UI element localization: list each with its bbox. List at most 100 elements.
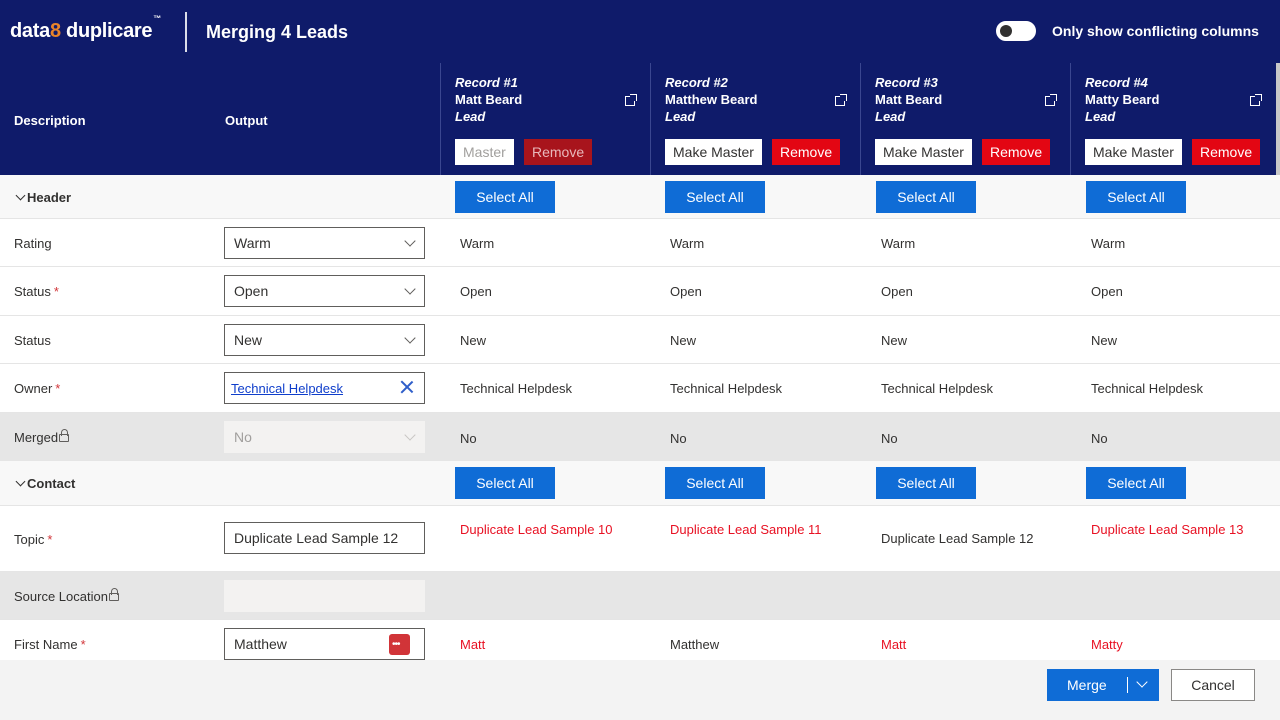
record-value[interactable]: Duplicate Lead Sample 13 [1091, 521, 1261, 539]
record-value[interactable]: Matthew [670, 636, 840, 654]
field-label: Status * [14, 284, 59, 299]
remove-button[interactable]: Remove [772, 139, 841, 165]
record-value: No [460, 431, 477, 446]
open-external-icon[interactable] [1045, 94, 1057, 106]
toggle-knob [1000, 25, 1012, 37]
record-value[interactable]: Matt [881, 636, 1051, 654]
record-value[interactable]: Matt [460, 636, 630, 654]
chevron-down-icon[interactable] [1136, 676, 1148, 688]
make-master-button[interactable]: Make Master [1085, 139, 1182, 165]
record-title: Record #4 [1085, 75, 1148, 90]
field-row-status: Status New New New New New [0, 316, 1280, 364]
merged-output-select: No [224, 421, 425, 453]
select-all-button[interactable]: Select All [455, 467, 555, 499]
record-value[interactable]: Open [670, 283, 840, 301]
chevron-down-icon [404, 235, 416, 247]
record-value[interactable]: Duplicate Lead Sample 12 [881, 530, 1051, 548]
record-value[interactable]: Warm [670, 235, 840, 253]
select-all-button[interactable]: Select All [1086, 467, 1186, 499]
status-reason-output-select[interactable]: Open [224, 275, 425, 307]
owner-output-lookup[interactable]: Technical Helpdesk [224, 372, 425, 404]
record-value: No [881, 431, 898, 446]
record-value[interactable]: Warm [1091, 235, 1261, 253]
select-all-button[interactable]: Select All [665, 467, 765, 499]
open-external-icon[interactable] [835, 94, 847, 106]
chevron-down-icon [404, 283, 416, 295]
field-row-owner: Owner * Technical Helpdesk Technical Help… [0, 364, 1280, 413]
select-all-button[interactable]: Select All [876, 467, 976, 499]
record-4-header: Record #4 Matty Beard Lead Make Master R… [1070, 63, 1276, 175]
section-header: Header Select All Select All Select All … [0, 175, 1280, 219]
record-value[interactable]: Open [1091, 283, 1261, 301]
record-value: No [670, 431, 687, 446]
required-marker: * [53, 284, 59, 299]
status-output-select[interactable]: New [224, 324, 425, 356]
record-name: Matty Beard [1085, 92, 1160, 107]
divider [185, 12, 187, 52]
field-row-status-reason: Status * Open Open Open Open Open [0, 267, 1280, 316]
field-label: Source Location [14, 588, 119, 604]
column-header-left: Description Output [0, 63, 440, 175]
record-value[interactable]: Warm [460, 235, 630, 253]
record-1-header: Record #1 Matt Beard Lead Master Remove [440, 63, 651, 175]
field-row-rating: Rating Warm Warm Warm Warm Warm [0, 219, 1280, 267]
record-value[interactable]: Open [881, 283, 1051, 301]
select-all-button[interactable]: Select All [876, 181, 976, 213]
section-toggle[interactable]: Header [14, 190, 71, 205]
lock-icon [108, 588, 119, 601]
record-value[interactable]: New [1091, 332, 1261, 350]
field-row-topic: Topic * Duplicate Lead Sample 12 Duplicat… [0, 506, 1280, 572]
conflicting-columns-toggle[interactable] [996, 21, 1036, 41]
source-location-output-input [224, 580, 425, 612]
chevron-down-icon [15, 476, 26, 487]
output-header: Output [225, 113, 268, 128]
output-value: New [234, 332, 263, 348]
section-toggle[interactable]: Contact [14, 476, 75, 491]
record-value[interactable]: Open [460, 283, 630, 301]
record-value[interactable]: Technical Helpdesk [460, 380, 630, 398]
field-row-merged: Merged No No No No No [0, 413, 1280, 461]
brand-logo: data8 duplicare™ [10, 14, 161, 42]
required-marker: * [55, 381, 61, 396]
record-name: Matt Beard [455, 92, 523, 107]
open-external-icon[interactable] [625, 94, 637, 106]
record-value[interactable]: Warm [881, 235, 1051, 253]
remove-button[interactable]: Remove [982, 139, 1051, 165]
record-value[interactable]: New [460, 332, 630, 350]
record-title: Record #1 [455, 75, 518, 90]
make-master-button[interactable]: Make Master [665, 139, 762, 165]
output-value: Open [234, 283, 269, 299]
record-value[interactable]: New [881, 332, 1051, 350]
record-value[interactable]: Duplicate Lead Sample 10 [460, 521, 630, 539]
chevron-down-icon [15, 190, 26, 201]
merge-button[interactable]: Merge [1067, 677, 1107, 693]
select-all-button[interactable]: Select All [665, 181, 765, 213]
cancel-button[interactable]: Cancel [1171, 669, 1255, 701]
record-3-header: Record #3 Matt Beard Lead Make Master Re… [860, 63, 1071, 175]
select-all-button[interactable]: Select All [455, 181, 555, 213]
owner-link[interactable]: Technical Helpdesk [231, 381, 343, 396]
record-value[interactable]: Technical Helpdesk [881, 380, 1051, 398]
rating-output-select[interactable]: Warm [224, 227, 425, 259]
record-name: Matt Beard [875, 92, 943, 107]
record-value[interactable]: Technical Helpdesk [670, 380, 840, 398]
clear-icon[interactable] [400, 380, 414, 394]
merge-grid: Header Select All Select All Select All … [0, 175, 1280, 660]
record-value[interactable]: Matty [1091, 636, 1261, 654]
chevron-down-icon [404, 332, 416, 344]
field-label: Topic * [14, 532, 53, 547]
topic-output-input[interactable]: Duplicate Lead Sample 12 [224, 522, 425, 554]
record-value[interactable]: Technical Helpdesk [1091, 380, 1261, 398]
first-name-output-input[interactable]: Matthew [224, 628, 425, 660]
select-all-button[interactable]: Select All [1086, 181, 1186, 213]
more-options-icon[interactable] [389, 630, 410, 660]
make-master-button[interactable]: Make Master [875, 139, 972, 165]
open-external-icon[interactable] [1250, 94, 1262, 106]
remove-button[interactable]: Remove [1192, 139, 1261, 165]
record-type: Lead [875, 109, 906, 124]
merge-split-button[interactable]: Merge [1047, 669, 1159, 701]
record-value[interactable]: New [670, 332, 840, 350]
lock-icon [59, 429, 70, 442]
record-value[interactable]: Duplicate Lead Sample 11 [670, 521, 840, 539]
footer: Merge Cancel [0, 660, 1280, 720]
